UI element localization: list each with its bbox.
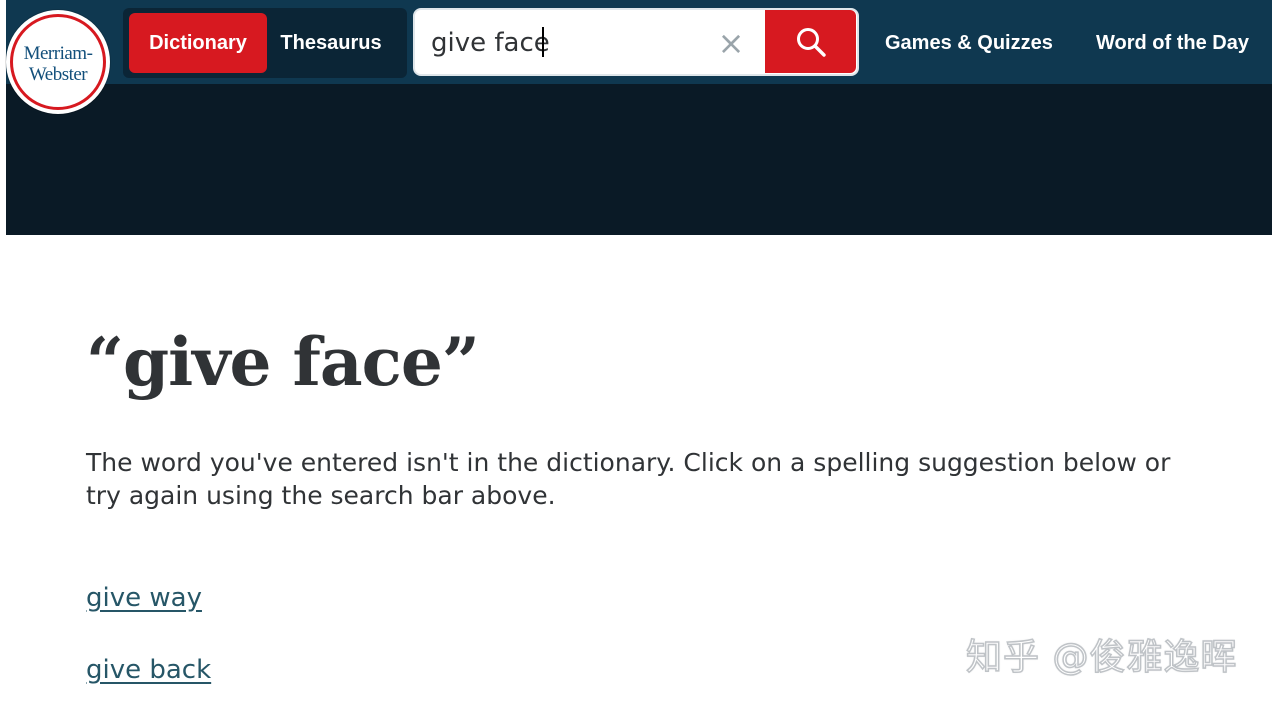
suggestion-link-give-back[interactable]: give back	[86, 655, 211, 685]
nav-games-quizzes[interactable]: Games & Quizzes	[885, 28, 1053, 58]
logo-text: Merriam- Webster	[6, 43, 110, 85]
search-icon	[797, 28, 826, 57]
logo-line-1: Merriam-	[23, 43, 93, 64]
not-found-message: The word you've entered isn't in the dic…	[86, 448, 1171, 510]
watermark: 知乎 @俊雅逸晖	[965, 637, 1238, 679]
logo-line-2: Webster	[28, 64, 88, 85]
tab-dictionary[interactable]: Dictionary	[129, 13, 267, 73]
merriam-webster-logo[interactable]: Merriam- Webster	[6, 10, 110, 114]
nav-word-of-the-day[interactable]: Word of the Day	[1096, 28, 1249, 58]
search-button[interactable]	[765, 10, 856, 73]
spelling-suggestions: give way give back	[86, 578, 211, 709]
tab-thesaurus[interactable]: Thesaurus	[268, 13, 394, 73]
suggestion-link-give-way[interactable]: give way	[86, 583, 202, 613]
list-item: give way	[86, 578, 211, 650]
text-caret	[542, 27, 544, 57]
clear-search-button[interactable]: ×	[716, 27, 746, 59]
list-item: give back	[86, 650, 211, 709]
search-input[interactable]	[431, 20, 711, 66]
header-banner	[6, 84, 1272, 235]
page-title: “give face”	[86, 323, 480, 401]
main-content: “give face” The word you've entered isn'…	[86, 320, 1186, 685]
